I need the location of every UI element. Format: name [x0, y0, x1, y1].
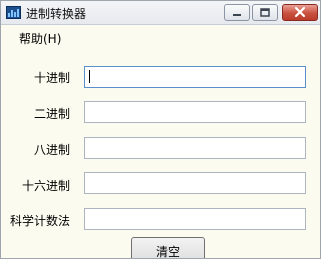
- octal-label: 八进制: [33, 143, 70, 157]
- menu-help[interactable]: 帮助(H): [14, 30, 66, 47]
- hexadecimal-label: 十六进制: [21, 179, 70, 193]
- decimal-input[interactable]: [84, 66, 306, 88]
- octal-input[interactable]: [84, 137, 306, 159]
- hexadecimal-input[interactable]: [84, 172, 306, 194]
- maximize-icon: [260, 8, 270, 17]
- app-window: 进制转换器 帮助(H) 十进制 二进制 八进制 十六进制 科学计数法 清空: [0, 0, 321, 259]
- binary-input[interactable]: [84, 101, 306, 123]
- calculator-app-icon: [6, 6, 21, 19]
- text-caret: [89, 70, 90, 83]
- decimal-label: 十进制: [33, 71, 70, 85]
- menu-bar: 帮助(H): [1, 26, 320, 48]
- close-button[interactable]: [282, 4, 318, 21]
- minimize-button[interactable]: [224, 4, 250, 21]
- title-bar[interactable]: 进制转换器: [1, 1, 320, 25]
- window-title: 进制转换器: [26, 7, 87, 21]
- minimize-icon: [233, 14, 241, 16]
- maximize-button[interactable]: [252, 4, 278, 21]
- binary-label: 二进制: [33, 107, 70, 121]
- scientific-notation-input[interactable]: [84, 208, 306, 230]
- clear-button[interactable]: 清空: [131, 237, 205, 258]
- close-icon: [294, 6, 306, 18]
- scientific-notation-label: 科学计数法: [9, 214, 70, 228]
